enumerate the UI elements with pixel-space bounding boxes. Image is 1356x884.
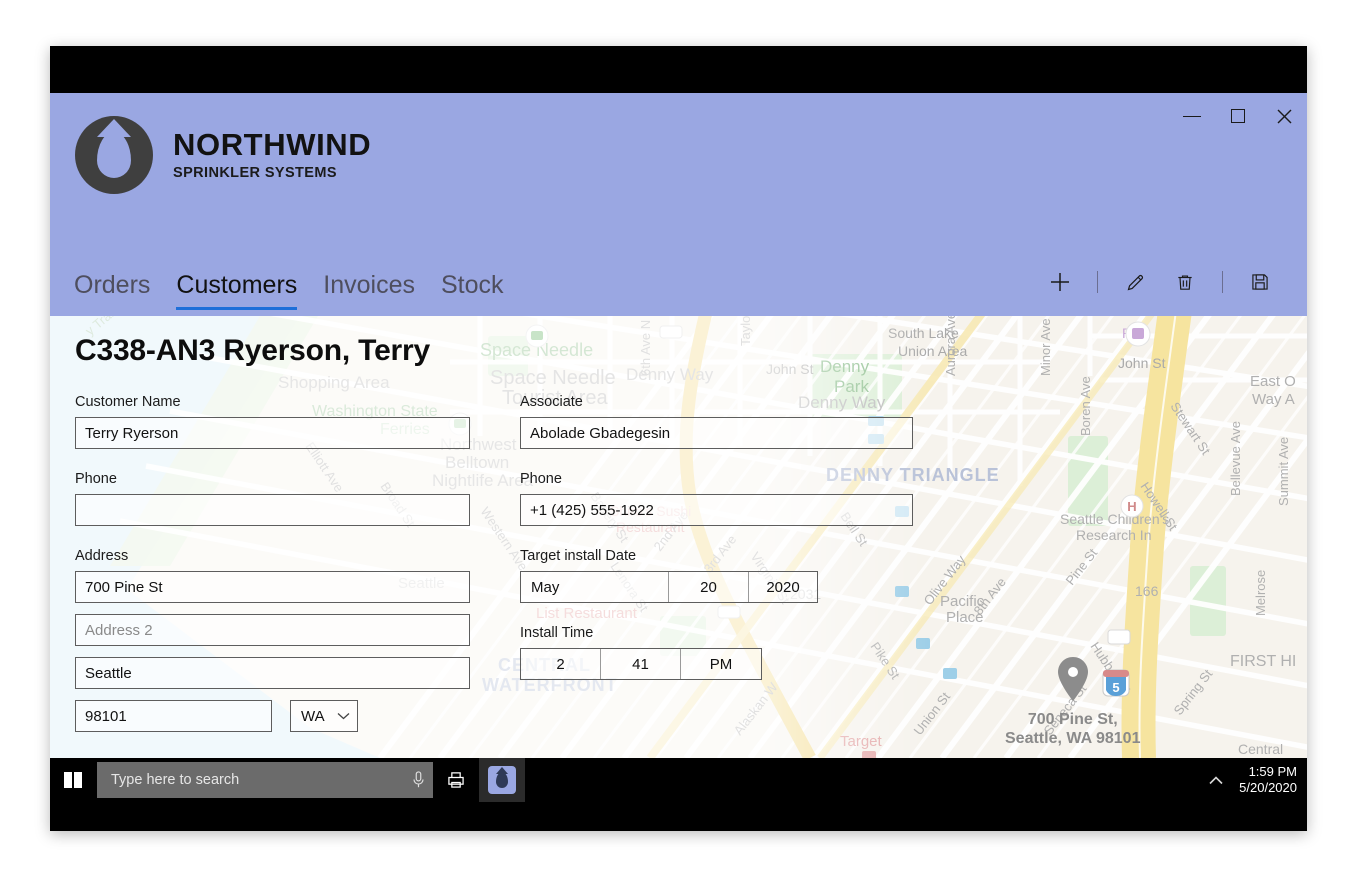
brand-title: NORTHWIND bbox=[173, 127, 372, 163]
minimize-icon bbox=[1183, 115, 1201, 117]
tab-invoices[interactable]: Invoices bbox=[323, 271, 415, 311]
toolbar bbox=[1035, 264, 1285, 316]
phone-right-label: Phone bbox=[520, 471, 562, 487]
save-button[interactable] bbox=[1235, 264, 1285, 300]
target-install-date-label: Target install Date bbox=[520, 548, 637, 564]
taskbar-app-northwind[interactable] bbox=[479, 758, 525, 802]
app-header: NORTHWIND SPRINKLER SYSTEMS Orders Custo… bbox=[50, 93, 1307, 316]
toolbar-separator-2 bbox=[1222, 271, 1223, 293]
date-month-select[interactable]: May bbox=[521, 572, 669, 602]
chevron-down-icon bbox=[337, 713, 350, 720]
nav-tabs: Orders Customers Invoices Stock bbox=[74, 271, 504, 317]
application-window: NORTHWIND SPRINKLER SYSTEMS Orders Custo… bbox=[50, 46, 1307, 831]
plus-icon bbox=[1051, 273, 1069, 291]
time-minute-select[interactable]: 41 bbox=[601, 649, 681, 679]
nav-row: Orders Customers Invoices Stock bbox=[50, 256, 1307, 316]
phone-left-input[interactable] bbox=[75, 494, 470, 526]
field-customer-name: Customer Name Terry Ryerson bbox=[75, 394, 515, 449]
customer-name-label: Customer Name bbox=[75, 394, 181, 410]
field-associate: Associate Abolade Gbadegesin bbox=[520, 394, 960, 449]
date-picker: May 20 2020 bbox=[520, 571, 818, 603]
app-body: Space Needle Space Needle Tourist Area S… bbox=[50, 316, 1307, 758]
field-phone-right: Phone +1 (425) 555-1922 bbox=[520, 471, 960, 526]
install-time-label: Install Time bbox=[520, 625, 594, 641]
time-hour-select[interactable]: 2 bbox=[521, 649, 601, 679]
form-columns: Customer Name Terry Ryerson Phone Addres… bbox=[75, 394, 1307, 754]
water-droplet-logo-icon bbox=[75, 116, 153, 194]
zip-state-row: 98101 WA bbox=[75, 700, 515, 732]
maximize-button[interactable] bbox=[1215, 93, 1261, 139]
date-year-select[interactable]: 2020 bbox=[749, 572, 817, 602]
printer-button[interactable] bbox=[433, 758, 479, 802]
field-target-install-date: Target install Date May 20 2020 bbox=[520, 548, 960, 603]
windows-start-icon bbox=[64, 772, 82, 788]
form-column-left: Customer Name Terry Ryerson Phone Addres… bbox=[75, 394, 515, 754]
title-bar bbox=[50, 46, 1307, 93]
printer-icon bbox=[448, 772, 464, 788]
minimize-button[interactable] bbox=[1169, 93, 1215, 139]
time-ampm-select[interactable]: PM bbox=[681, 649, 761, 679]
system-tray: 1:59 PM 5/20/2020 bbox=[1203, 758, 1301, 802]
search-placeholder: Type here to search bbox=[111, 772, 240, 788]
page-title: C338-AN3 Ryerson, Terry bbox=[75, 334, 430, 367]
clock-date: 5/20/2020 bbox=[1239, 780, 1297, 795]
delete-button[interactable] bbox=[1160, 264, 1210, 300]
phone-left-label: Phone bbox=[75, 471, 117, 487]
microphone-icon[interactable] bbox=[412, 771, 425, 789]
pencil-icon bbox=[1127, 274, 1143, 290]
city-input[interactable]: Seattle bbox=[75, 657, 470, 689]
start-button[interactable] bbox=[50, 758, 96, 802]
address-label: Address bbox=[75, 548, 129, 564]
state-select-value: WA bbox=[301, 707, 325, 725]
field-install-time: Install Time 2 41 PM bbox=[520, 625, 960, 680]
search-input[interactable]: Type here to search bbox=[97, 762, 433, 798]
date-day-select[interactable]: 20 bbox=[669, 572, 749, 602]
northwind-app-icon bbox=[488, 766, 516, 794]
field-address: Address 700 Pine St Address 2 Seattle 98… bbox=[75, 548, 515, 732]
clock[interactable]: 1:59 PM 5/20/2020 bbox=[1239, 764, 1301, 797]
address-input[interactable]: 700 Pine St bbox=[75, 571, 470, 603]
window-controls bbox=[1169, 93, 1307, 139]
tab-customers[interactable]: Customers bbox=[176, 271, 298, 310]
screen: NORTHWIND SPRINKLER SYSTEMS Orders Custo… bbox=[0, 0, 1356, 884]
phone-right-input[interactable]: +1 (425) 555-1922 bbox=[520, 494, 913, 526]
tab-stock[interactable]: Stock bbox=[441, 271, 504, 311]
save-floppy-icon bbox=[1252, 274, 1268, 290]
close-icon bbox=[1277, 109, 1291, 123]
address2-input[interactable]: Address 2 bbox=[75, 614, 470, 646]
close-button[interactable] bbox=[1261, 93, 1307, 139]
chevron-up-icon bbox=[1209, 775, 1223, 784]
taskbar: Type here to search 1:59 PM 5/20/2020 bbox=[50, 758, 1307, 831]
tab-orders[interactable]: Orders bbox=[74, 271, 150, 311]
customer-form: C338-AN3 Ryerson, Terry Customer Name Te… bbox=[50, 316, 1307, 758]
field-phone-left: Phone bbox=[75, 471, 515, 526]
associate-label: Associate bbox=[520, 394, 583, 410]
brand: NORTHWIND SPRINKLER SYSTEMS bbox=[75, 116, 371, 194]
time-picker: 2 41 PM bbox=[520, 648, 762, 680]
clock-time: 1:59 PM bbox=[1248, 763, 1297, 779]
state-select[interactable]: WA bbox=[290, 700, 358, 732]
associate-input[interactable]: Abolade Gbadegesin bbox=[520, 417, 913, 449]
trash-icon bbox=[1178, 275, 1192, 290]
edit-button[interactable] bbox=[1110, 264, 1160, 300]
form-column-right: Associate Abolade Gbadegesin Phone +1 (4… bbox=[520, 394, 960, 754]
toolbar-separator-1 bbox=[1097, 271, 1098, 293]
maximize-icon bbox=[1231, 109, 1245, 123]
show-hidden-icons-button[interactable] bbox=[1203, 758, 1229, 802]
add-button[interactable] bbox=[1035, 264, 1085, 300]
brand-subtitle: SPRINKLER SYSTEMS bbox=[173, 164, 337, 181]
customer-name-input[interactable]: Terry Ryerson bbox=[75, 417, 470, 449]
zip-input[interactable]: 98101 bbox=[75, 700, 272, 732]
